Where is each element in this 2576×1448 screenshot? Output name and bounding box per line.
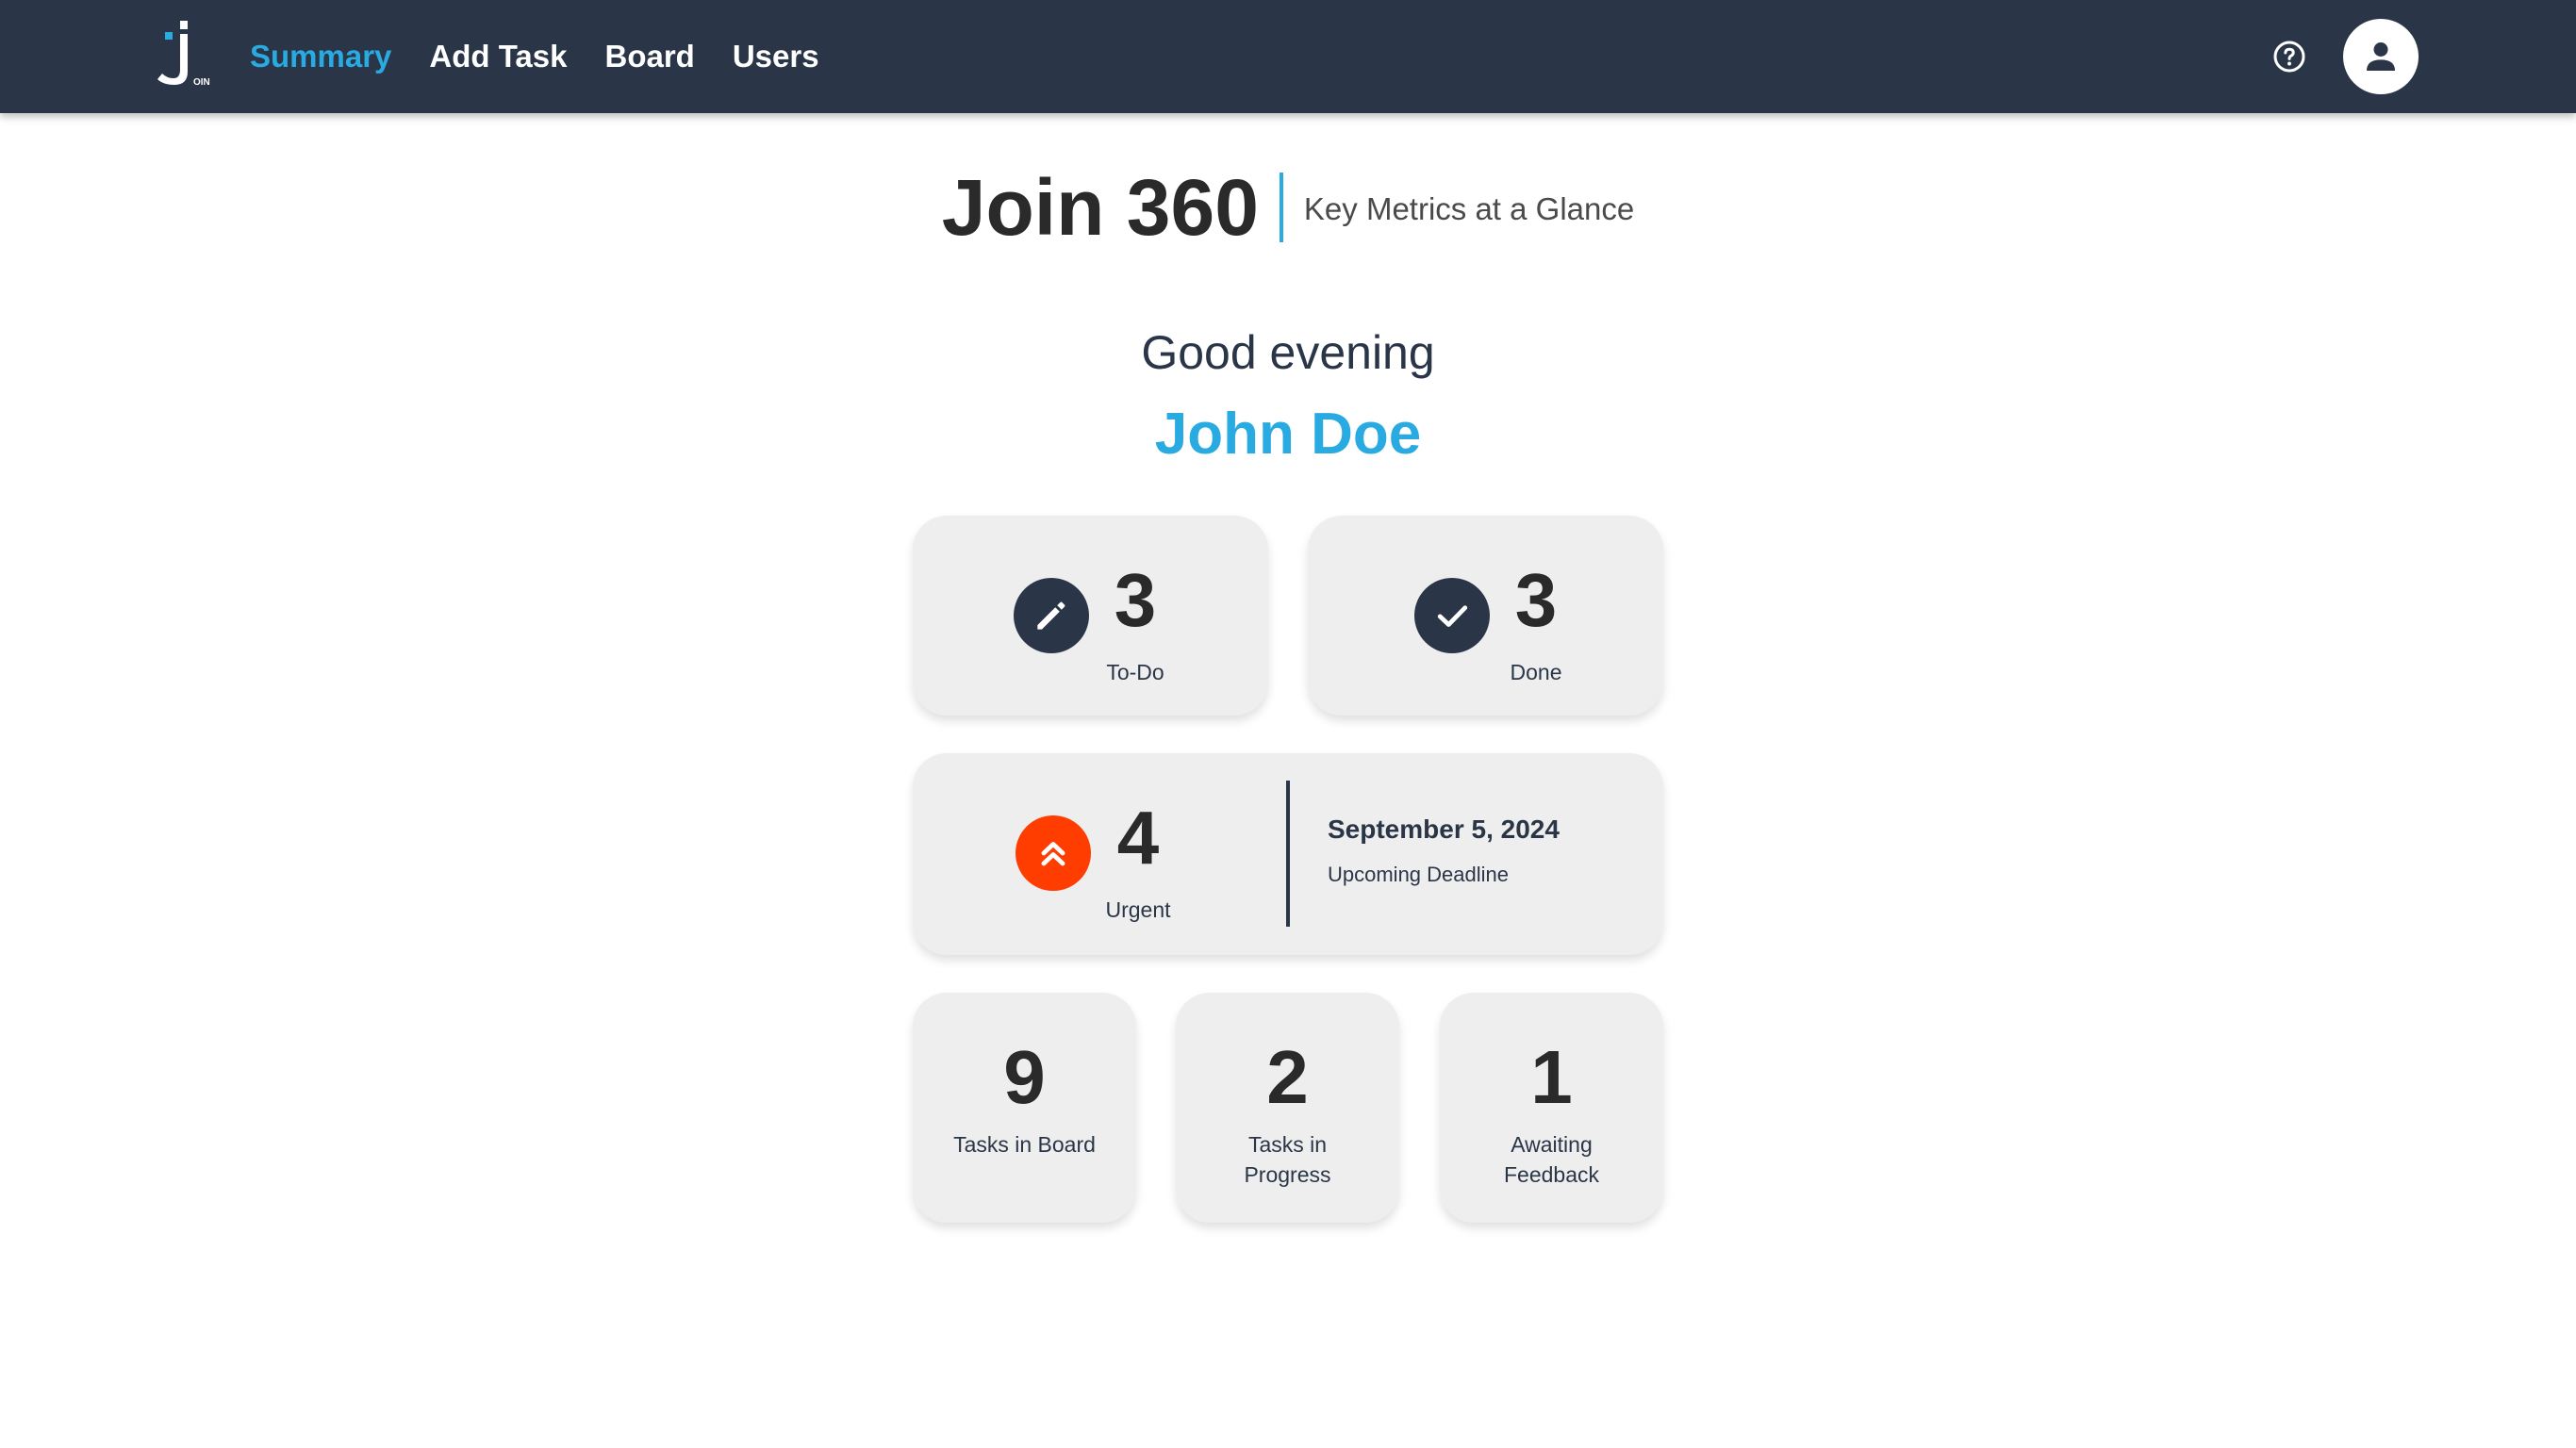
tasks-in-progress-label: Tasks in Progress [1244,1132,1331,1187]
done-card[interactable]: 3 Done [1308,516,1663,716]
done-label: Done [1510,660,1562,684]
tasks-in-board-count: 9 [1003,1035,1046,1119]
urgent-divider [1286,781,1290,927]
urgent-count: 4 [1116,796,1160,880]
deadline-label: Upcoming Deadline [1328,863,1509,886]
deadline-date: September 5, 2024 [1328,814,1560,844]
logo-small-text: OIN [193,77,210,88]
tasks-in-progress-count: 2 [1266,1035,1309,1119]
done-count: 3 [1514,558,1558,642]
awaiting-feedback-card[interactable]: 1 Awaiting Feedback [1440,993,1663,1223]
nav-board[interactable]: Board [605,39,695,74]
person-icon [2367,42,2395,71]
help-circle-icon [2273,41,2305,73]
nav-add-task[interactable]: Add Task [429,39,567,74]
tasks-in-board-label: Tasks in Board [953,1132,1096,1157]
todo-count: 3 [1114,558,1157,642]
user-avatar-button[interactable] [2343,19,2419,94]
page-subtitle: Key Metrics at a Glance [1303,191,1635,226]
greeting-username: John Doe [1154,402,1422,467]
help-button[interactable] [2272,40,2306,74]
double-chevron-up-icon [1041,842,1065,866]
pencil-icon [1037,601,1065,630]
nav-users[interactable]: Users [733,39,819,74]
check-icon [1437,605,1468,627]
join-logo-icon: OIN [157,21,210,88]
awaiting-feedback-count: 1 [1530,1035,1573,1119]
greeting-text: Good evening [1141,326,1435,379]
todo-label: To-Do [1106,660,1164,684]
todo-icon-circle [1014,578,1089,653]
urgent-icon-circle [1016,815,1091,891]
page-title: Join 360 [941,162,1259,252]
nav-summary[interactable]: Summary [250,39,391,74]
top-navigation-bar: OIN Summary Add Task Board Users [0,0,2576,113]
urgent-card[interactable]: 4 Urgent September 5, 2024 Upcoming Dead… [913,753,1663,955]
tasks-in-progress-card[interactable]: 2 Tasks in Progress [1176,993,1399,1223]
title-divider [1279,173,1283,242]
main-nav: Summary Add Task Board Users [250,0,819,113]
page-title-row: Join 360 Key Metrics at a Glance [0,160,2576,255]
done-icon-circle [1414,578,1490,653]
todo-card[interactable]: 3 To-Do [913,516,1268,716]
awaiting-feedback-label: Awaiting Feedback [1503,1132,1599,1187]
tasks-in-board-card[interactable]: 9 Tasks in Board [913,993,1136,1223]
urgent-label: Urgent [1105,897,1171,922]
join-logo[interactable]: OIN [156,21,216,92]
